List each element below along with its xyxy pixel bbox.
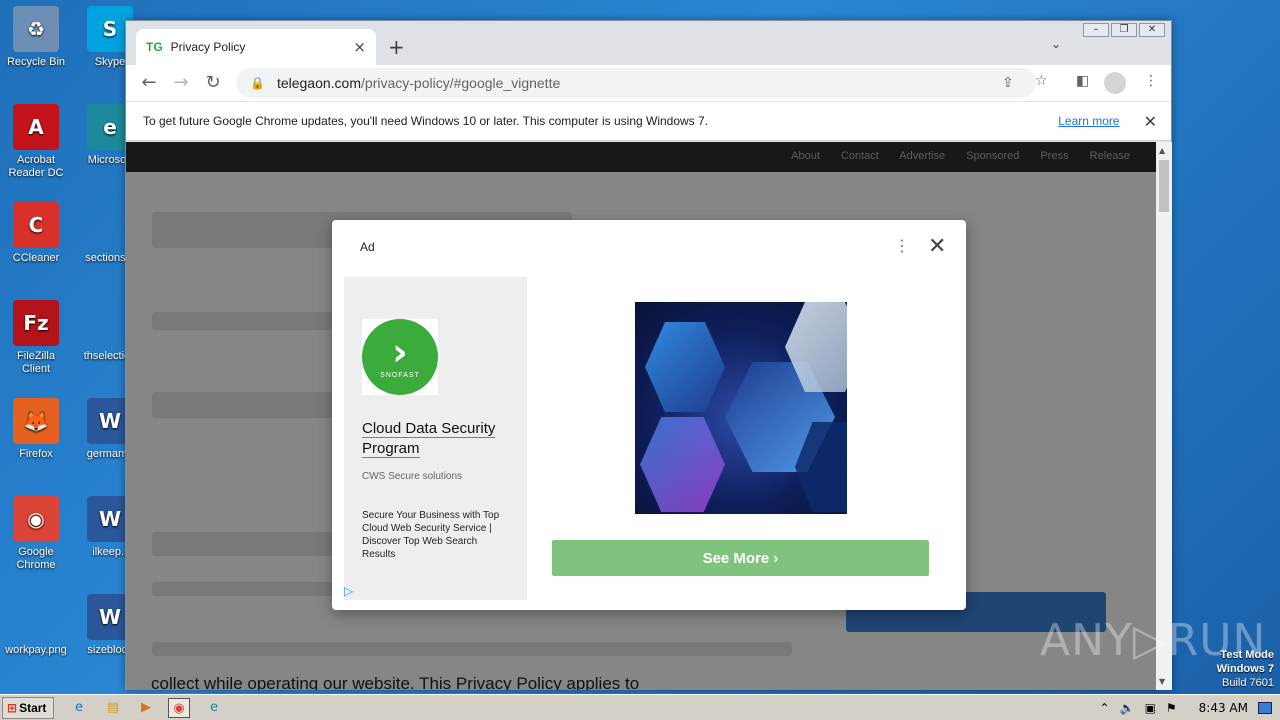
desktop-icon[interactable]: A Acrobat Reader DC (3, 104, 69, 180)
ad-label: Ad (360, 240, 375, 254)
desktop-icon-glyph-icon: ♻ (13, 6, 59, 52)
menu-icon[interactable]: ⋮ (1144, 73, 1158, 89)
scroll-thumb[interactable] (1159, 160, 1169, 212)
desktop-icon[interactable]: ◉ Google Chrome (3, 496, 69, 572)
url-path: /privacy-policy/#google_vignette (361, 75, 561, 91)
new-tab-button[interactable]: + (388, 35, 405, 59)
lock-icon[interactable]: 🔒 (250, 76, 265, 90)
learn-more-link[interactable]: Learn more (1058, 114, 1119, 128)
action-center-flag-icon[interactable]: ⚑ (1166, 701, 1177, 715)
desktop-icon-glyph-icon: Fz (13, 300, 59, 346)
chrome-taskbar-icon[interactable]: ◉ (168, 698, 190, 718)
build-line: Build 7601 (1222, 677, 1274, 689)
snofast-logo-icon: › SNOFAST (362, 319, 438, 395)
desktop-icon-label: Acrobat Reader DC (8, 154, 64, 179)
volume-icon[interactable]: 🔈 (1120, 701, 1135, 715)
infobar-message: To get future Google Chrome updates, you… (143, 114, 709, 128)
windows-flag-icon: ⊞ (7, 701, 18, 715)
ad-info-panel[interactable]: › SNOFAST Cloud Data Security Program CW… (344, 277, 527, 600)
infobar-close-icon[interactable]: ✕ (1144, 112, 1157, 131)
ad-headline[interactable]: Cloud Data Security Program (362, 419, 522, 459)
reload-icon[interactable]: ↻ (201, 71, 225, 95)
adchoices-icon[interactable]: ▷ (344, 584, 353, 598)
desktop-icon[interactable]: Fz FileZilla Client (3, 300, 69, 376)
scroll-down-icon[interactable]: ▼ (1159, 677, 1165, 686)
tab-title: Privacy Policy (170, 40, 246, 54)
desktop-icon[interactable]: C CCleaner (3, 202, 69, 265)
desktop-icon-label: workpay.png (5, 644, 67, 656)
hexagon-tile (640, 417, 725, 512)
desktop-icon-glyph-icon: C (13, 202, 59, 248)
desktop-icon-glyph-icon: ◉ (13, 496, 59, 542)
bookmark-star-icon[interactable]: ☆ (1035, 73, 1048, 89)
tray-expand-icon[interactable]: ⌃ (1100, 701, 1110, 715)
desktop-icon[interactable]: workpay.png (3, 594, 69, 657)
desktop-icon[interactable]: 🦊 Firefox (3, 398, 69, 461)
show-desktop-button[interactable] (1258, 702, 1272, 714)
share-icon[interactable]: ⇪ (1002, 75, 1014, 91)
hexagon-tile (645, 322, 725, 412)
forward-icon[interactable]: → (169, 71, 193, 95)
desktop-icon-glyph-icon: A (13, 104, 59, 150)
ad-advertiser: CWS Secure solutions (362, 471, 463, 482)
profile-avatar[interactable] (1104, 72, 1126, 94)
brand-logo: › SNOFAST (362, 319, 438, 395)
desktop-icon-label: FileZilla Client (17, 350, 55, 375)
favicon-icon: TG (146, 40, 163, 54)
edge-taskbar-icon[interactable]: e (203, 698, 225, 718)
test-mode-line: Test Mode (1220, 649, 1274, 661)
tab-search-icon[interactable]: ⌄ (1051, 37, 1061, 51)
desktop-icon-label: Google Chrome (16, 546, 56, 571)
start-button[interactable]: ⊞ Start (2, 697, 54, 719)
desktop-icon-label: Firefox (19, 448, 53, 460)
ad-dialog: Ad ⋮ ✕ › SNOFAST Cloud Data Security Pro… (332, 220, 966, 610)
see-more-button[interactable]: See More › (552, 540, 929, 576)
browser-toolbar: ← → ↻ 🔒 telegaon.com /privacy-policy/#go… (126, 65, 1171, 101)
page-viewport: About Contact Advertise Sponsored Press … (126, 142, 1156, 690)
windows-version-line: Windows 7 (1216, 663, 1274, 675)
file-explorer-icon[interactable]: ▤ (102, 698, 124, 718)
internet-explorer-icon[interactable]: e (68, 698, 90, 718)
close-tab-icon[interactable]: × (353, 38, 366, 56)
desktop-icon-label: CCleaner (12, 252, 60, 264)
update-infobar: To get future Google Chrome updates, you… (126, 101, 1171, 141)
ad-description: Secure Your Business with Top Cloud Web … (362, 510, 500, 560)
scroll-up-icon[interactable]: ▲ (1159, 146, 1165, 155)
desktop-icon[interactable]: ♻ Recycle Bin (3, 6, 69, 69)
url-host: telegaon.com (276, 75, 362, 91)
window-controls: – ❐ ✕ (1083, 23, 1165, 37)
side-panel-icon[interactable]: ◧ (1076, 73, 1089, 89)
page-scrollbar[interactable]: ▲ ▼ (1156, 142, 1172, 690)
ad-headline-text: Cloud Data Security Program (362, 420, 496, 458)
desktop-icon-glyph-icon: 🦊 (13, 398, 59, 444)
address-bar[interactable]: 🔒 telegaon.com /privacy-policy/#google_v… (236, 68, 1036, 98)
test-mode-notice: Test Mode Windows 7 Build 7601 (1217, 648, 1274, 690)
chrome-window: TG Privacy Policy × + ⌄ – ❐ ✕ ← → ↻ 🔒 te… (125, 20, 1172, 690)
close-window-button[interactable]: ✕ (1139, 23, 1165, 37)
desktop-icon-glyph-icon (13, 594, 59, 640)
ad-options-icon[interactable]: ⋮ (894, 236, 910, 255)
tab-privacy-policy[interactable]: TG Privacy Policy × (136, 29, 376, 65)
desktop-icon-label: Recycle Bin (6, 56, 66, 68)
tab-strip: TG Privacy Policy × + ⌄ (126, 21, 1171, 67)
back-icon[interactable]: ← (137, 71, 161, 95)
clock[interactable]: 8:43 AM (1199, 701, 1248, 715)
chevron-right-icon: › (392, 330, 408, 374)
network-icon[interactable]: ▣ (1145, 701, 1156, 715)
minimize-button[interactable]: – (1083, 23, 1109, 37)
taskbar: ⊞ Start e ▤ ▶ ◉ e ⌃ 🔈 ▣ ⚑ 8:43 AM (0, 694, 1280, 720)
system-tray: ⌃ 🔈 ▣ ⚑ 8:43 AM (1100, 695, 1280, 720)
media-player-icon[interactable]: ▶ (135, 698, 157, 718)
brand-name: SNOFAST (380, 372, 420, 379)
start-label: Start (19, 701, 47, 715)
restore-button[interactable]: ❐ (1111, 23, 1137, 37)
ad-close-icon[interactable]: ✕ (928, 234, 946, 259)
ad-hero-image[interactable] (635, 302, 847, 514)
